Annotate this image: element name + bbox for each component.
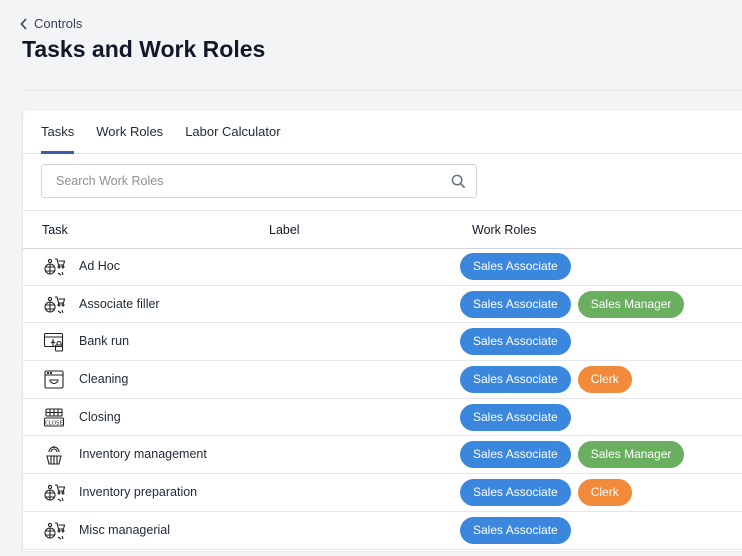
tab-work-roles[interactable]: Work Roles (96, 111, 163, 153)
task-name: Closing (79, 409, 121, 424)
work-roles-cell: Sales Associate Clerk (460, 366, 632, 394)
work-role-pill[interactable]: Sales Associate (460, 253, 571, 280)
task-name: Cleaning (79, 372, 129, 387)
work-role-pill[interactable]: Sales Associate (460, 366, 571, 394)
work-roles-cell: Sales Associate (460, 328, 571, 356)
work-roles-cell: Sales Associate Clerk (460, 479, 632, 507)
svg-text:CLOSE: CLOSE (45, 420, 64, 426)
work-role-pill[interactable]: Sales Associate (460, 328, 571, 356)
work-role-pill[interactable]: Clerk (577, 479, 632, 507)
work-role-pill[interactable]: Sales Associate (460, 479, 571, 507)
table-row[interactable]: Misc managerial Sales Associate (23, 512, 742, 550)
page-title: Tasks and Work Roles (22, 36, 266, 62)
work-roles-cell: Sales Associate (460, 253, 571, 280)
table-row[interactable]: Ad Hoc Sales Associate (23, 248, 742, 286)
work-role-pill[interactable]: Sales Associate (460, 516, 571, 544)
work-role-pill[interactable]: Sales Manager (577, 441, 685, 469)
back-link[interactable]: Controls (20, 16, 82, 31)
search-box (41, 164, 477, 198)
person-cart-icon (43, 482, 66, 504)
table-row[interactable]: Cleaning Sales Associate Clerk (23, 361, 742, 399)
table-row[interactable]: CLOSE Closing Sales Associate (23, 399, 742, 437)
work-role-pill[interactable]: Sales Associate (460, 441, 571, 469)
work-roles-cell: Sales Associate (460, 403, 571, 431)
search-icon[interactable] (451, 174, 466, 189)
cleaning-icon (43, 369, 65, 391)
person-cart-icon (43, 520, 66, 542)
table-row[interactable]: Inventory preparation Sales Associate Cler… (23, 474, 742, 512)
column-header-task[interactable]: Task (42, 223, 68, 237)
tab-labor-calculator[interactable]: Labor Calculator (185, 111, 280, 153)
bank-run-icon (43, 331, 65, 353)
back-link-label: Controls (34, 16, 83, 31)
table-row[interactable]: Bank run Sales Associate (23, 323, 742, 362)
work-role-pill[interactable]: Sales Associate (460, 403, 571, 431)
task-name: Ad Hoc (79, 259, 120, 273)
task-name: Inventory management (79, 447, 207, 462)
column-header-label[interactable]: Label (269, 223, 300, 237)
table-row[interactable]: Inventory management Sales Associate Sales… (23, 436, 742, 475)
header-divider (22, 90, 742, 91)
column-header-work-roles[interactable]: Work Roles (472, 223, 536, 237)
table-row[interactable]: Associate filler Sales Associate Sales Man… (23, 286, 742, 324)
tab-bar: Tasks Work Roles Labor Calculator (23, 111, 742, 154)
person-cart-icon (43, 256, 66, 278)
task-name: Inventory preparation (79, 485, 198, 500)
work-role-pill[interactable]: Clerk (577, 366, 632, 394)
task-name: Associate filler (79, 296, 160, 311)
inventory-basket-icon (43, 444, 65, 466)
table-header: Task Label Work Roles (23, 210, 742, 249)
close-sign-icon: CLOSE (43, 407, 65, 429)
task-name: Bank run (79, 334, 130, 349)
task-name: Misc managerial (79, 522, 171, 537)
work-roles-cell: Sales Associate (460, 516, 571, 544)
work-roles-cell: Sales Associate Sales Manager (460, 441, 685, 469)
tasks-card: Tasks Work Roles Labor Calculator Task L… (22, 111, 742, 551)
tab-tasks[interactable]: Tasks (41, 111, 75, 154)
person-cart-icon (43, 294, 66, 316)
work-role-pill[interactable]: Sales Associate (460, 290, 571, 318)
work-role-pill[interactable]: Sales Manager (577, 290, 685, 318)
table-body: Ad Hoc Sales Associate Associate filler Sal… (23, 248, 742, 550)
chevron-left-icon (20, 17, 27, 30)
search-input[interactable] (54, 173, 438, 189)
work-roles-cell: Sales Associate Sales Manager (460, 290, 685, 318)
